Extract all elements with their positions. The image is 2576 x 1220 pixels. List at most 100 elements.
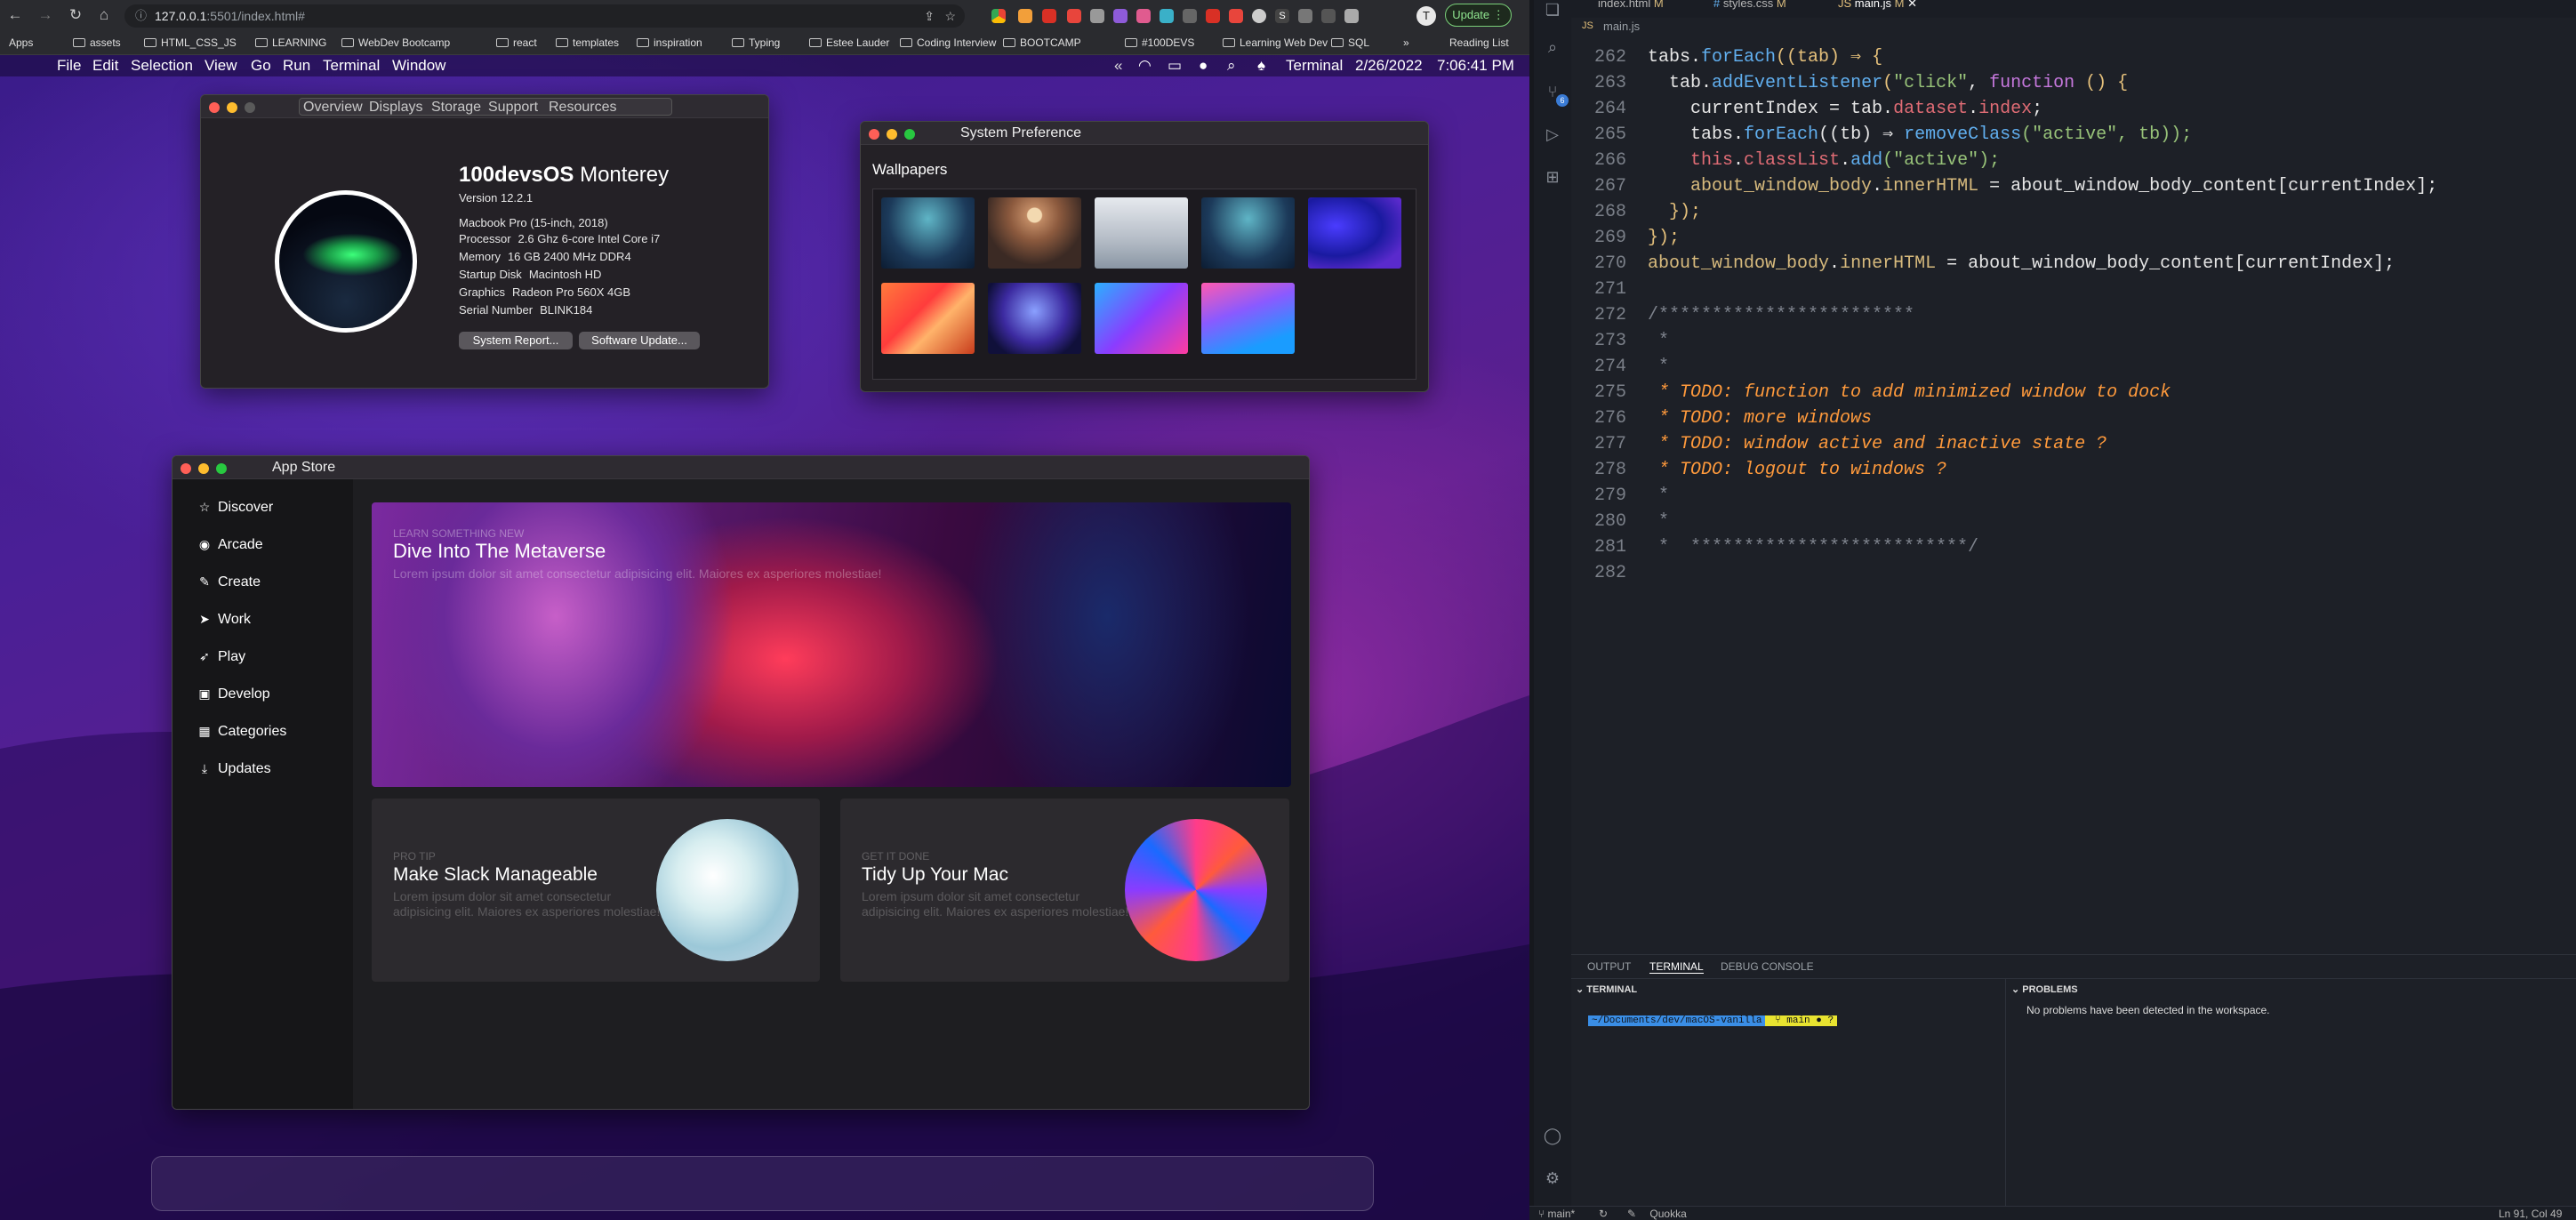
tab-resources[interactable]: Resources [549,100,616,116]
ext-pocket-icon[interactable] [1042,9,1056,23]
tab-overview[interactable]: Overview [303,100,363,116]
zoom-button[interactable] [245,102,255,113]
code-line[interactable]: 280 * [1571,509,2549,534]
tab-support[interactable]: Support [488,100,538,116]
terminal-prompt[interactable]: ~/Documents/dev/macOS-vanilla ⑂ main ● ? [1588,1015,1838,1028]
search-icon[interactable]: ⌕ [1543,37,1562,57]
profile-avatar[interactable]: T [1416,6,1436,26]
bookmark-folder[interactable]: Learning Web Dev [1223,36,1328,49]
bookmark-folder[interactable]: Estee Lauder [809,36,889,49]
chevron-left-icon[interactable]: « [1114,55,1122,76]
panel-tab-terminal[interactable]: TERMINAL [1649,960,1704,974]
menubar-app-name[interactable]: Terminal [1286,55,1343,76]
menu-file[interactable]: File [57,55,81,76]
tab-styles-css[interactable]: # styles.css M [1713,0,1786,10]
bookmark-folder[interactable]: templates [556,36,619,49]
zoom-button[interactable] [904,129,915,140]
code-line[interactable]: 278 * TODO: logout to windows ? [1571,457,2549,483]
panel-tab-debug-console[interactable]: DEBUG CONSOLE [1721,960,1814,973]
bookmark-apps[interactable]: Apps [9,36,33,49]
ext-youtube-icon[interactable] [1067,9,1081,23]
ext-circle-icon[interactable] [1252,9,1266,23]
menubar-time[interactable]: 7:06:41 PM [1437,55,1514,76]
bookmark-folder[interactable]: assets [73,36,121,49]
close-button[interactable] [181,463,191,474]
system-report-button[interactable]: System Report... [459,332,573,349]
about-titlebar[interactable]: Overview Displays Storage Support Resour… [201,95,768,118]
wallpaper-thumb[interactable] [1201,197,1295,269]
menubar-date[interactable]: 2/26/2022 [1355,55,1423,76]
code-line[interactable]: 282 [1571,560,2549,586]
code-line[interactable]: 267 about_window_body.innerHTML = about_… [1571,173,2549,199]
card-slack[interactable]: PRO TIP Make Slack Manageable Lorem ipsu… [372,799,820,982]
update-button[interactable]: Update ⋮ [1445,4,1512,27]
ext-bottle-icon[interactable] [1090,9,1104,23]
ext-mail-icon[interactable] [1206,9,1220,23]
bookmark-folder[interactable]: HTML_CSS_JS [144,36,237,49]
bookmark-folder[interactable]: WebDev Bootcamp [341,36,450,49]
appstore-titlebar[interactable]: App Store [173,456,1309,479]
code-line[interactable]: 272/************************ [1571,302,2549,328]
bookmark-star-icon[interactable]: ☆ [944,4,956,28]
bookmark-folder[interactable]: LEARNING [255,36,326,49]
tab-index-html[interactable]: index.html M [1598,0,1664,10]
address-bar[interactable]: ⓘ 127.0.0.1:5501/index.html# ⇪ ☆ [124,4,965,28]
home-icon[interactable]: ⌂ [94,5,114,25]
search-icon[interactable]: ⌕ [1227,55,1236,76]
code-line[interactable]: 270 about_window_body.innerHTML = about_w… [1571,251,2549,277]
code-line[interactable]: 268 }); [1571,199,2549,225]
forward-icon[interactable]: → [36,5,55,25]
ext-s-icon[interactable]: S [1275,9,1289,23]
panel-tab-output[interactable]: OUTPUT [1587,960,1631,973]
extensions-puzzle-icon[interactable] [1344,9,1359,23]
back-icon[interactable]: ← [5,5,25,25]
git-branch-status[interactable]: ⑂ main* [1538,1208,1575,1220]
battery-icon[interactable]: ▭ [1168,55,1182,76]
code-line[interactable]: 264 currentIndex = tab.dataset.index; [1571,96,2549,122]
ext-crop-icon[interactable] [1183,9,1197,23]
close-tab-icon[interactable]: ✕ [1907,0,1917,10]
cursor-position[interactable]: Ln 91, Col 49 [2499,1208,2562,1220]
reading-list[interactable]: Reading List [1449,36,1509,49]
quokka-status[interactable]: ✎ Quokka [1627,1208,1687,1220]
problems-section-header[interactable]: ⌄ PROBLEMS [2011,983,2078,995]
code-line[interactable]: 263 tab.addEventListener("click", functi… [1571,70,2549,96]
tab-main-js[interactable]: JS main.js M ✕ [1838,0,1917,11]
code-line[interactable]: 273 * [1571,328,2549,354]
tab-storage[interactable]: Storage [431,100,481,116]
sidebar-item-categories[interactable]: ▦ Categories [197,724,286,740]
minimize-button[interactable] [198,463,209,474]
wallpaper-thumb[interactable] [881,197,975,269]
sidebar-item-develop[interactable]: ▣ Develop [197,686,269,702]
sidebar-item-arcade[interactable]: ◉ Arcade [197,537,263,553]
zoom-button[interactable] [216,463,227,474]
sidebar-item-discover[interactable]: ☆ Discover [197,500,274,516]
hero-card[interactable]: LEARN SOMETHING NEW Dive Into The Metave… [372,502,1291,787]
bookmarks-more[interactable]: » [1403,36,1409,49]
bookmark-folder[interactable]: SQL [1331,36,1369,49]
code-line[interactable]: 275 * TODO: function to add minimized wi… [1571,380,2549,405]
code-line[interactable]: 266 this.classList.add("active"); [1571,148,2549,173]
bookmark-folder[interactable]: inspiration [637,36,702,49]
card-tidy[interactable]: GET IT DONE Tidy Up Your Mac Lorem ipsum… [840,799,1289,982]
run-debug-icon[interactable]: ▷ [1543,124,1562,144]
menu-terminal[interactable]: Terminal [323,55,380,76]
bookmark-folder[interactable]: #100DEVS [1125,36,1194,49]
wallpaper-thumb[interactable] [1095,283,1188,354]
bookmark-folder[interactable]: Coding Interview [900,36,996,49]
reload-icon[interactable]: ↻ [66,5,85,25]
minimize-button[interactable] [887,129,897,140]
bookmark-folder[interactable]: BOOTCAMP [1003,36,1081,49]
dock[interactable] [151,1156,1374,1211]
wallpaper-thumb[interactable] [1201,283,1295,354]
wifi-icon[interactable]: ◠ [1138,55,1152,76]
wallpaper-thumb[interactable] [881,283,975,354]
close-button[interactable] [869,129,879,140]
code-line[interactable]: 271 [1571,277,2549,302]
wallpaper-thumb[interactable] [1308,197,1401,269]
ext-grid-icon[interactable] [1321,9,1336,23]
control-center-icon[interactable]: ♠ [1257,55,1265,76]
sidebar-item-play[interactable]: ➶ Play [197,649,245,665]
bookmark-folder[interactable]: Typing [732,36,780,49]
menu-run[interactable]: Run [283,55,310,76]
